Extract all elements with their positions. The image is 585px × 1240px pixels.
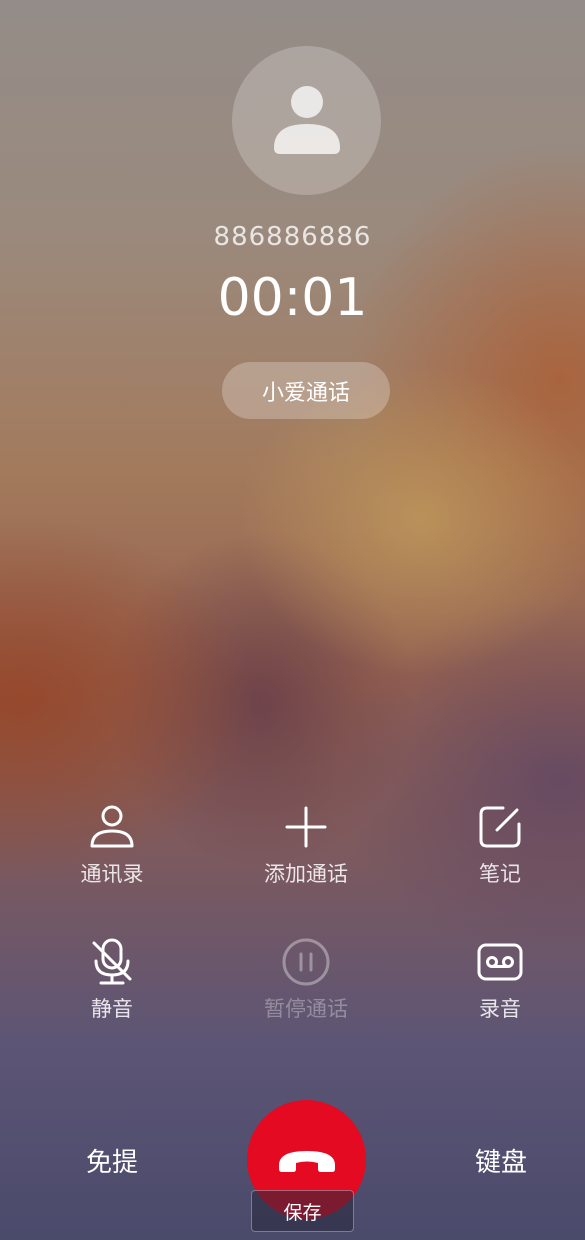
record-icon [477, 943, 523, 981]
record-button[interactable]: 录音 [425, 937, 575, 1047]
speaker-button[interactable]: 免提 [52, 1142, 172, 1179]
person-icon [273, 85, 340, 154]
keypad-button[interactable]: 键盘 [441, 1142, 561, 1179]
hang-up-icon [278, 1150, 335, 1172]
hold-call-button[interactable]: 暂停通话 [231, 937, 381, 1047]
note-icon [479, 806, 521, 848]
save-label: 保存 [283, 1201, 322, 1224]
record-label: 录音 [479, 997, 521, 1021]
contacts-icon [90, 805, 134, 848]
ai-call-button[interactable]: 小爱通话 [222, 362, 390, 419]
notes-label: 笔记 [479, 862, 521, 886]
pause-icon [282, 938, 330, 986]
mic-off-icon [92, 938, 132, 985]
notes-button[interactable]: 笔记 [425, 802, 575, 912]
caller-avatar [232, 46, 381, 195]
hold-call-label: 暂停通话 [264, 997, 348, 1021]
save-tooltip[interactable]: 保存 [251, 1190, 354, 1232]
call-duration: 00:01 [217, 268, 368, 328]
caller-number: 886886886 [213, 222, 372, 252]
add-call-label: 添加通话 [264, 862, 348, 886]
plus-icon [285, 806, 327, 848]
mute-label: 静音 [91, 997, 133, 1021]
ai-call-label: 小爱通话 [261, 380, 350, 406]
contacts-label: 通讯录 [80, 862, 144, 886]
mute-button[interactable]: 静音 [37, 937, 187, 1047]
contacts-button[interactable]: 通讯录 [37, 802, 187, 912]
add-call-button[interactable]: 添加通话 [231, 802, 381, 912]
